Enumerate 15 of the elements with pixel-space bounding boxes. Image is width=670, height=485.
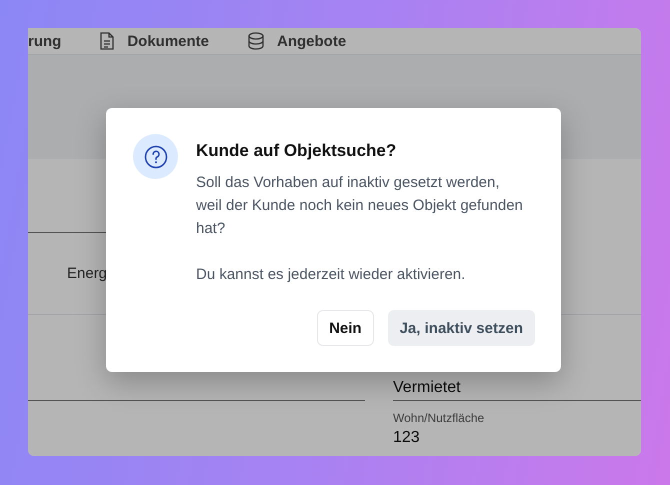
cancel-button[interactable]: Nein bbox=[317, 310, 374, 346]
column-label: Energ bbox=[67, 265, 108, 282]
confirm-button[interactable]: Ja, inaktiv setzen bbox=[388, 310, 535, 346]
tab[interactable]: Angebote bbox=[277, 32, 346, 50]
question-icon bbox=[133, 134, 178, 179]
dialog-message: Du kannst es jederzeit wieder aktivieren. bbox=[196, 265, 466, 285]
tab[interactable]: Dokumente bbox=[127, 32, 210, 50]
field-value: Vermietet bbox=[393, 379, 462, 397]
field-label: Wohn/Nutzfläche bbox=[393, 411, 484, 425]
dialog-title: Kunde auf Objektsuche? bbox=[196, 141, 398, 161]
document-icon bbox=[99, 32, 116, 50]
tab[interactable]: rung bbox=[28, 32, 62, 50]
dialog-message: Soll das Vorhaben auf inaktiv gesetzt werden, weil der Kunde noch kein neues Objekt gefunden hat? bbox=[196, 173, 524, 239]
field-value: 123 bbox=[393, 429, 421, 447]
database-icon bbox=[247, 32, 266, 50]
